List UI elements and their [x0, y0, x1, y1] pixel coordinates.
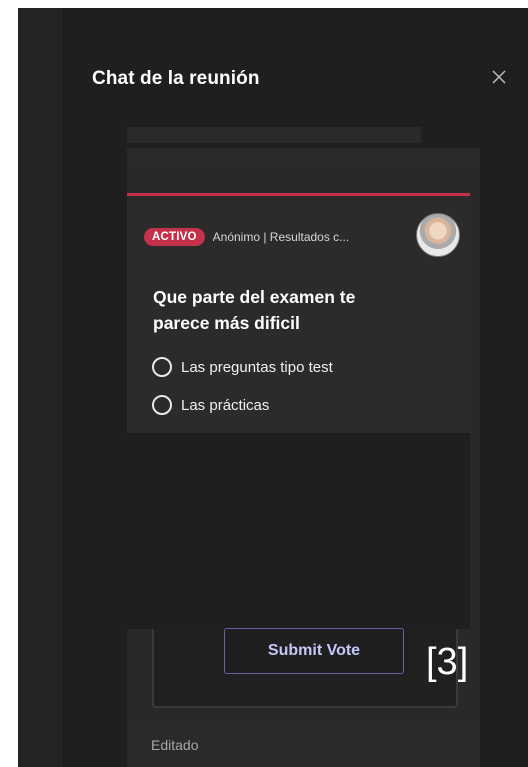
edited-label: Editado — [151, 737, 199, 753]
panel-title: Chat de la reunión — [92, 68, 260, 89]
poll-option-1[interactable]: Las preguntas tipo test — [152, 355, 333, 379]
close-icon — [492, 70, 506, 84]
avatar — [416, 213, 460, 257]
blank-overlay — [127, 433, 470, 629]
poll-meta-text: Anónimo | Resultados c... — [212, 230, 350, 244]
radio-button-icon[interactable] — [152, 395, 172, 415]
status-badge: ACTIVO — [144, 228, 205, 246]
poll-option-2[interactable]: Las prácticas — [152, 393, 269, 417]
meeting-chat-panel: Chat de la reunión ACTIVO Anónimo | Resu… — [64, 8, 528, 767]
message-placeholder-top — [127, 127, 421, 143]
message-placeholder-bar — [127, 148, 480, 168]
poll-meta-row: ACTIVO Anónimo | Resultados c... — [144, 225, 462, 249]
poll-option-label: Las prácticas — [181, 396, 270, 414]
submit-vote-button[interactable]: Submit Vote — [224, 628, 404, 674]
edited-footer: Editado — [127, 726, 480, 767]
left-rail — [18, 8, 64, 767]
poll-card: ACTIVO Anónimo | Resultados c... Que par… — [127, 193, 470, 436]
close-button[interactable] — [490, 68, 508, 86]
annotation-label: [3] — [426, 641, 469, 683]
poll-question: Que parte del examen te parece más dific… — [153, 287, 356, 333]
poll-option-label: Las preguntas tipo test — [181, 358, 333, 376]
teams-app-window: Chat de la reunión ACTIVO Anónimo | Resu… — [18, 8, 528, 767]
radio-button-icon[interactable] — [152, 357, 172, 377]
